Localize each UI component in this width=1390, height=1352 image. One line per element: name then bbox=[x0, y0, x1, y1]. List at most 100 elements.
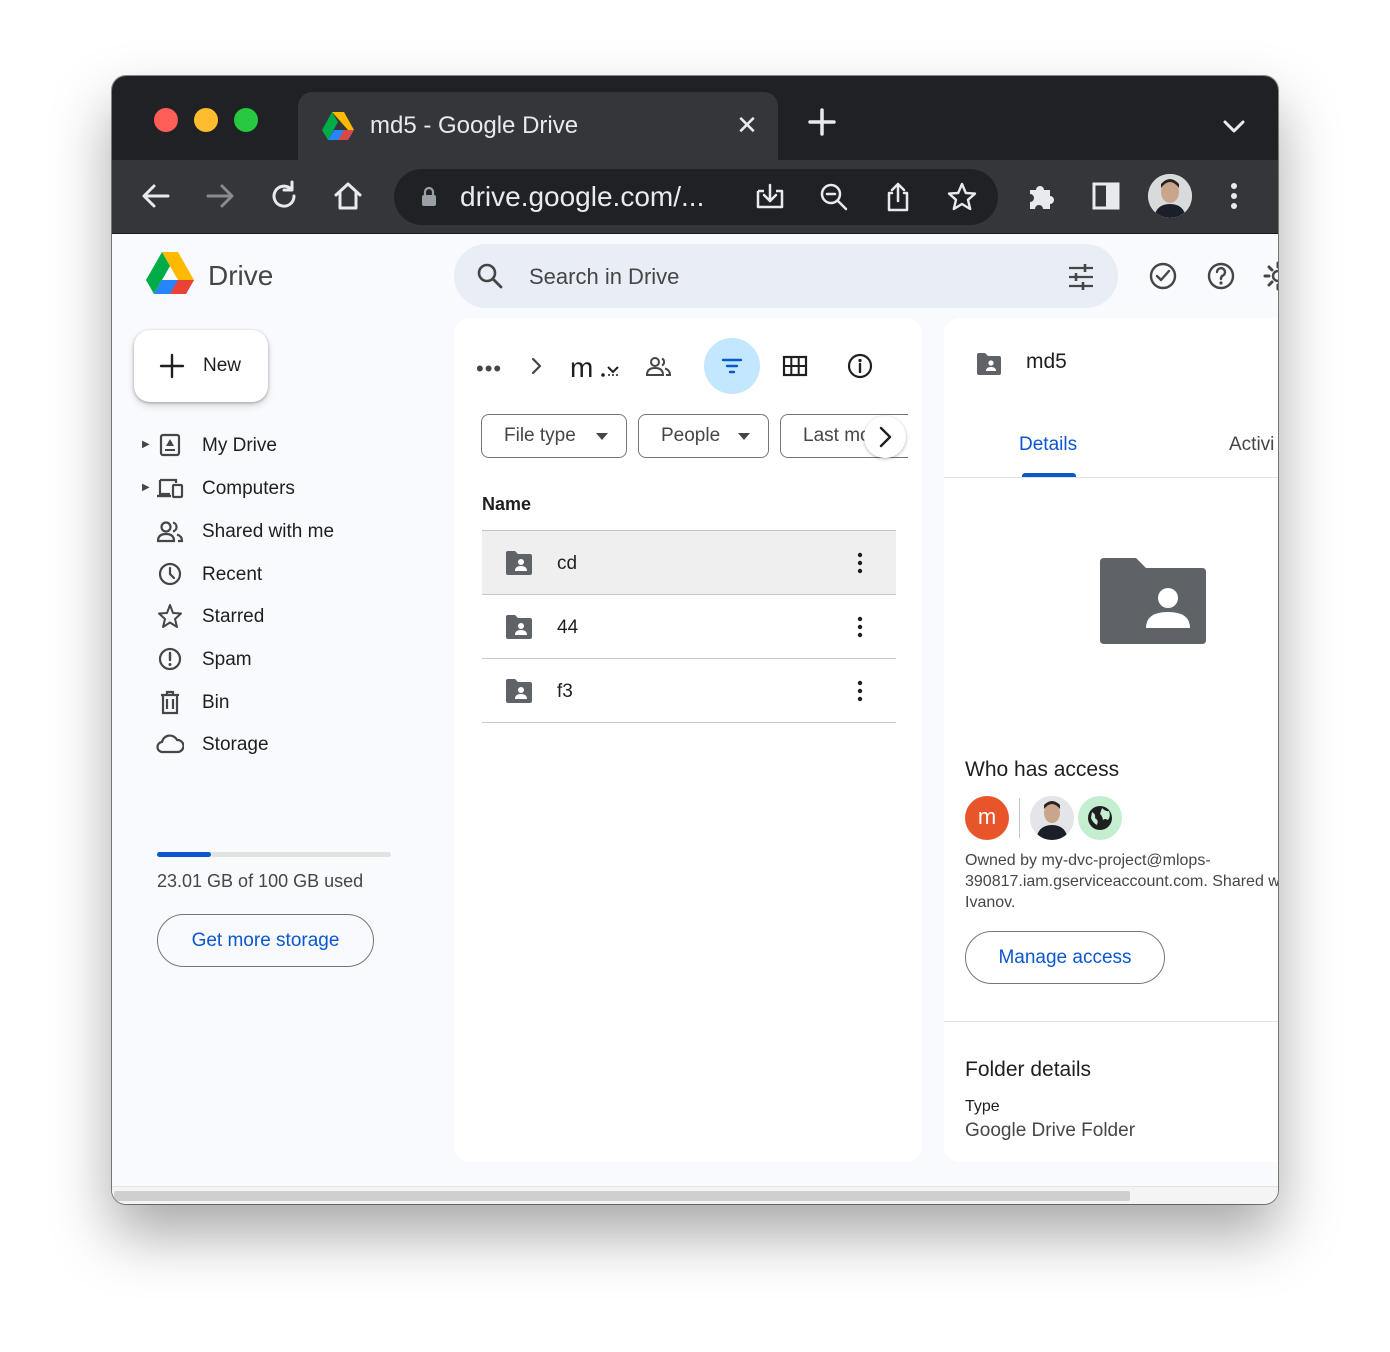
maximize-window-button[interactable] bbox=[234, 108, 258, 132]
plus-icon bbox=[159, 353, 185, 379]
sidebar-item-bin[interactable]: Bin bbox=[142, 684, 442, 720]
sidebar-item-label: Storage bbox=[202, 734, 269, 755]
column-header-name[interactable]: Name bbox=[482, 494, 531, 515]
tab-title: md5 - Google Drive bbox=[370, 112, 579, 139]
search-bar[interactable]: Search in Drive bbox=[454, 244, 1118, 308]
who-has-access-heading: Who has access bbox=[965, 758, 1120, 781]
computers-icon bbox=[157, 478, 184, 499]
file-name: cd bbox=[557, 553, 578, 574]
filters-scroll-right-button[interactable] bbox=[864, 416, 906, 458]
filter-icon bbox=[721, 358, 743, 374]
bookmark-star-icon[interactable] bbox=[946, 181, 978, 213]
grid-layout-icon[interactable] bbox=[782, 354, 808, 378]
more-actions-icon[interactable] bbox=[846, 613, 874, 641]
expand-caret-icon[interactable]: ▶ bbox=[142, 482, 150, 493]
tab-activity[interactable]: Activi bbox=[1229, 434, 1274, 456]
share-icon[interactable] bbox=[882, 181, 914, 213]
sidebar-item-recent[interactable]: Recent bbox=[142, 556, 442, 592]
cloud-icon bbox=[156, 734, 184, 754]
shared-user-avatar[interactable] bbox=[1030, 796, 1074, 840]
settings-gear-icon[interactable] bbox=[1262, 260, 1278, 292]
search-options-tune-icon[interactable] bbox=[1066, 262, 1096, 292]
file-row[interactable]: 44 bbox=[482, 595, 896, 659]
more-actions-icon[interactable] bbox=[846, 677, 874, 705]
filter-chip-file-type[interactable]: File type bbox=[481, 414, 627, 458]
search-input[interactable]: Search in Drive bbox=[529, 264, 679, 290]
address-bar[interactable]: drive.google.com/... bbox=[394, 169, 998, 225]
forward-arrow-icon[interactable] bbox=[202, 178, 238, 214]
folder-dropdown-caret-icon[interactable] bbox=[600, 362, 620, 378]
star-icon bbox=[158, 604, 182, 628]
caret-down-icon bbox=[738, 433, 750, 440]
scrollbar-thumb[interactable] bbox=[114, 1191, 1130, 1201]
sidebar-item-label: Bin bbox=[202, 692, 230, 713]
more-actions-icon[interactable] bbox=[846, 549, 874, 577]
breadcrumb-more-icon[interactable]: ••• bbox=[476, 356, 502, 382]
back-arrow-icon[interactable] bbox=[138, 178, 174, 214]
chevron-right-icon bbox=[879, 426, 892, 448]
my-drive-icon bbox=[159, 433, 181, 457]
extensions-puzzle-icon[interactable] bbox=[1024, 178, 1060, 214]
browser-profile-avatar[interactable] bbox=[1148, 174, 1192, 218]
folder-details-heading: Folder details bbox=[965, 1058, 1092, 1081]
filter-chip-label: File type bbox=[504, 425, 576, 446]
manage-access-button[interactable]: Manage access bbox=[965, 931, 1165, 984]
sidebar-item-starred[interactable]: Starred bbox=[142, 598, 442, 634]
sidebar-item-shared-with-me[interactable]: Shared with me bbox=[142, 513, 442, 549]
storage-usage-fill bbox=[157, 852, 211, 857]
get-more-storage-button[interactable]: Get more storage bbox=[157, 914, 374, 967]
storage-usage-bar bbox=[157, 852, 391, 857]
sidebar-item-my-drive[interactable]: ▶ My Drive bbox=[142, 427, 442, 463]
sidebar-item-label: Shared with me bbox=[202, 521, 335, 542]
file-row[interactable]: cd bbox=[482, 531, 896, 595]
close-tab-icon[interactable]: ✕ bbox=[732, 110, 762, 140]
section-divider bbox=[944, 1021, 1278, 1022]
reload-icon[interactable] bbox=[266, 178, 302, 214]
file-row[interactable]: f3 bbox=[482, 659, 896, 723]
lock-icon[interactable] bbox=[418, 186, 440, 208]
browser-menu-icon[interactable] bbox=[1216, 178, 1252, 214]
owner-avatar[interactable]: m bbox=[965, 796, 1009, 840]
filter-chip-label: People bbox=[661, 425, 721, 446]
profile-photo-icon bbox=[1148, 174, 1192, 218]
info-icon[interactable] bbox=[846, 352, 874, 380]
new-button-label: New bbox=[203, 355, 242, 376]
search-icon[interactable] bbox=[476, 262, 504, 290]
horizontal-scrollbar[interactable] bbox=[112, 1186, 1278, 1204]
google-drive-logo-icon[interactable] bbox=[146, 252, 194, 296]
new-tab-icon[interactable] bbox=[806, 106, 838, 138]
shared-folder-icon bbox=[977, 353, 1001, 375]
tab-details[interactable]: Details bbox=[1019, 434, 1077, 456]
sidebar-item-storage[interactable]: Storage bbox=[142, 726, 442, 762]
sidebar-item-label: Recent bbox=[202, 564, 263, 585]
zoom-out-icon[interactable] bbox=[818, 181, 850, 213]
clock-icon bbox=[158, 562, 182, 586]
breadcrumb-current-folder[interactable]: m bbox=[570, 352, 593, 384]
side-panel-icon[interactable] bbox=[1088, 178, 1124, 214]
type-label: Type bbox=[965, 1098, 1000, 1115]
sidebar-item-spam[interactable]: Spam bbox=[142, 641, 442, 677]
shared-folder-people-icon bbox=[645, 357, 672, 376]
filter-chip-people[interactable]: People bbox=[638, 414, 769, 458]
shared-folder-icon bbox=[506, 615, 532, 639]
file-name: 44 bbox=[557, 617, 579, 638]
tab-search-chevron-down-icon[interactable] bbox=[1220, 112, 1248, 140]
drive-app: Drive Search in Drive New ▶ My Drive ▶ C… bbox=[112, 234, 1278, 1204]
filter-toggle-button[interactable] bbox=[704, 338, 760, 394]
expand-caret-icon[interactable]: ▶ bbox=[142, 439, 150, 450]
sidebar-item-label: Computers bbox=[202, 478, 295, 499]
chevron-right-icon bbox=[531, 357, 542, 375]
shared-with-me-icon bbox=[156, 521, 184, 543]
help-icon[interactable] bbox=[1205, 260, 1237, 292]
ready-for-offline-check-icon[interactable] bbox=[1147, 260, 1179, 292]
storage-usage-text: 23.01 GB of 100 GB used bbox=[157, 871, 364, 891]
install-app-icon[interactable] bbox=[754, 181, 786, 213]
app-name[interactable]: Drive bbox=[208, 260, 273, 292]
new-button[interactable]: New bbox=[134, 330, 268, 402]
minimize-window-button[interactable] bbox=[194, 108, 218, 132]
browser-tab[interactable]: md5 - Google Drive ✕ bbox=[298, 92, 778, 160]
close-window-button[interactable] bbox=[154, 108, 178, 132]
link-sharing-avatar[interactable] bbox=[1078, 796, 1122, 840]
home-icon[interactable] bbox=[330, 178, 366, 214]
sidebar-item-computers[interactable]: ▶ Computers bbox=[142, 470, 442, 506]
